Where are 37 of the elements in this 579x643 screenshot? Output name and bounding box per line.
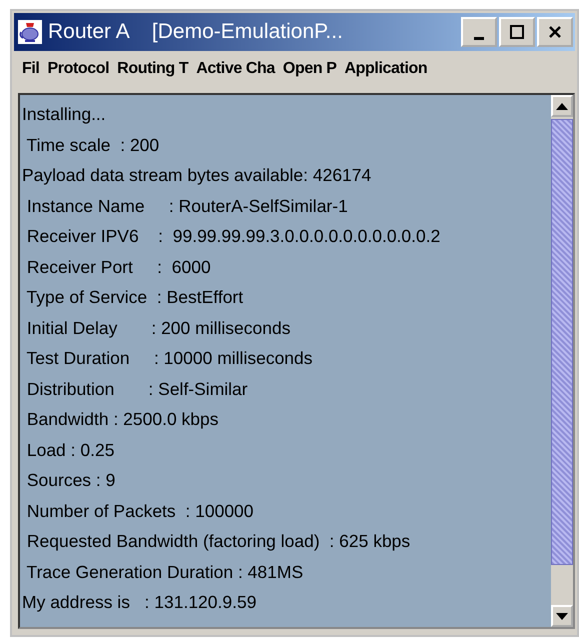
up-arrow-icon (556, 102, 568, 110)
log-line: Instance Name : RouterA-SelfSimilar-1 (26, 194, 349, 218)
scrollbar-thumb[interactable] (551, 119, 573, 565)
down-arrow-icon (556, 612, 568, 620)
log-line: Bandwidth : 2500.0 kbps (26, 408, 220, 431)
menu-item[interactable]: Fil (22, 60, 40, 78)
log-line: Initial Delay : 200 milliseconds (26, 316, 292, 340)
vertical-scrollbar[interactable] (551, 95, 573, 627)
log-line: Distribution : Self-Similar (26, 378, 249, 400)
close-icon (548, 25, 562, 39)
scroll-up-button[interactable] (551, 95, 573, 117)
maximize-icon (510, 25, 524, 39)
menu-item[interactable]: Active Cha (196, 60, 275, 78)
minimize-icon (474, 36, 484, 40)
minimize-button[interactable] (461, 17, 497, 47)
log-line: Receiver IPV6 : 99.99.99.99.3.0.0.0.0.0.0.0.0.0.0.2 (26, 225, 442, 248)
log-line: My address is : 131.120.9.59 (22, 591, 258, 614)
log-line: Payload data stream bytes available: 426174 (22, 164, 372, 187)
log-line: Sources : 9 (26, 469, 116, 492)
maximize-button[interactable] (499, 17, 535, 47)
teapot-icon (18, 20, 42, 44)
menu-item[interactable]: Application (344, 60, 428, 78)
scroll-down-button[interactable] (551, 605, 573, 627)
log-line: Requested Bandwidth (factoring load) : 625 kbps (26, 530, 412, 553)
log-line: Time scale : 200 (26, 134, 160, 156)
menu-item[interactable]: Protocol (47, 60, 110, 78)
log-line: Number of Packets : 100000 (26, 500, 255, 522)
menu-item[interactable]: Routing T (117, 60, 188, 78)
close-button[interactable] (537, 17, 573, 47)
log-line: Type of Service : BestEffort (26, 286, 244, 309)
log-line: Load : 0.25 (26, 438, 116, 462)
log-line: Test Duration : 10000 milliseconds (26, 347, 314, 370)
menu-item[interactable]: Open P (282, 60, 337, 78)
log-line: Installing... (22, 103, 107, 126)
log-line: Receiver Port : 6000 (26, 256, 212, 278)
window-title: Router A [Demo-EmulationP... (48, 20, 344, 44)
log-line: Trace Generation Duration : 481MS (26, 560, 304, 584)
